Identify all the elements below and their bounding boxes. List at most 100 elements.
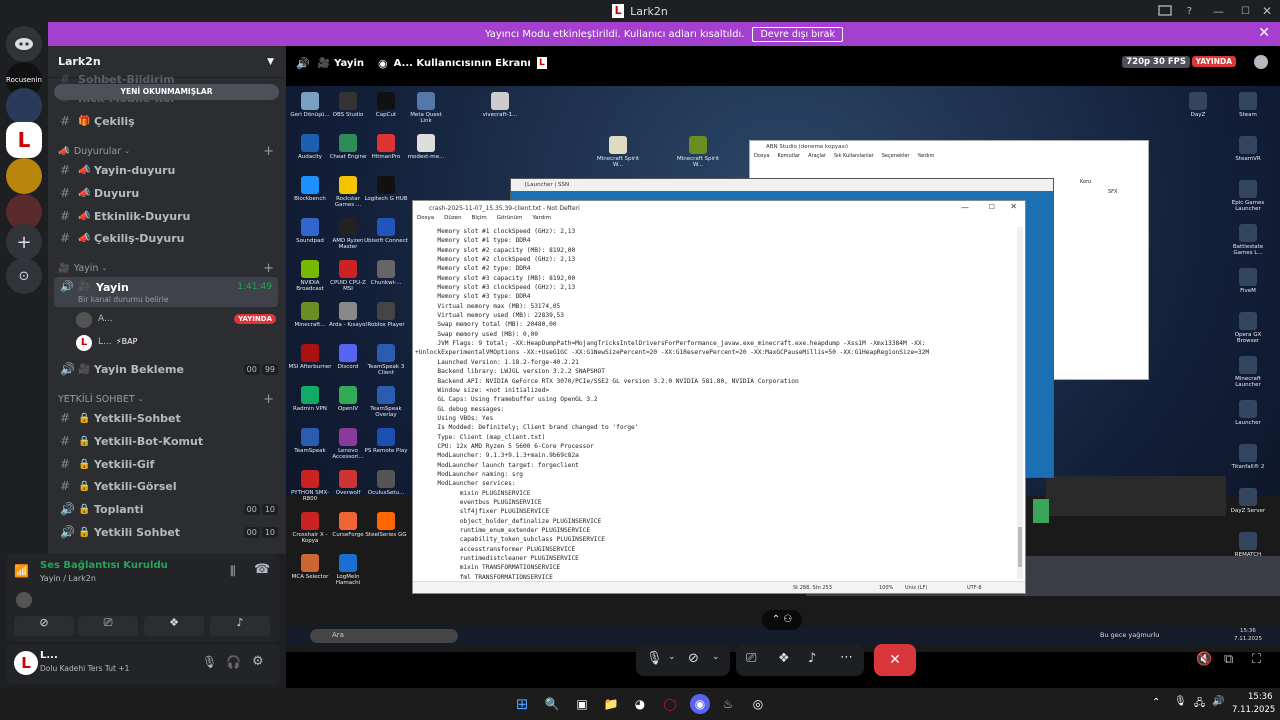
channel-cekilis[interactable]: # 🎁 Çekiliş [54, 110, 278, 132]
menu-item[interactable]: Düzen [444, 215, 461, 225]
menu-item[interactable]: Komutlar [778, 153, 801, 163]
stream-participants-toggle[interactable]: ⌃ ⚇ [762, 610, 802, 630]
desktop-icon[interactable]: modest-me... [404, 134, 448, 160]
launcher-settings-icon[interactable] [1033, 499, 1049, 523]
headphones-icon[interactable]: 🎧 [226, 655, 241, 669]
desktop-icon[interactable]: Opera GX Browser [1226, 312, 1270, 344]
maximize-button[interactable]: ☐ [1241, 0, 1250, 22]
channel-yetkili-gif[interactable]: # 🔒 Yetkili-Gif [54, 453, 278, 475]
pop-out-icon[interactable]: ⧉ [1224, 652, 1233, 667]
app-icon[interactable]: ◎ [748, 694, 768, 714]
desktop-icon[interactable]: OculusSetu... [364, 470, 408, 496]
menu-item[interactable]: Seçenekler [882, 153, 910, 163]
channel-yetkili-bot-komut[interactable]: # 🔒 Yetkili-Bot-Komut [54, 430, 278, 452]
search-icon[interactable]: 🔍 [542, 694, 562, 714]
add-channel-icon[interactable]: + [263, 261, 274, 276]
voice-channel-yayin-bekleme[interactable]: 🔊 🎥 Yayin Bekleme 00 99 [54, 358, 278, 380]
editor-label-koru[interactable]: Koru [1080, 179, 1091, 185]
notepad-text[interactable]: Memory slot #1 clockSpeed (GHz): 2,13 Me… [415, 227, 1015, 579]
desktop-icon[interactable]: HitmanPro [364, 134, 408, 160]
desktop-icon[interactable]: vivecraft-1... [478, 92, 522, 118]
desktop-icon[interactable]: SteelSeries GG [364, 512, 408, 538]
banner-close-icon[interactable]: ✕ [1258, 25, 1270, 41]
minimize-button[interactable]: — [1213, 0, 1224, 22]
channel-duyuru[interactable]: # 📣 Duyuru [54, 182, 278, 204]
desktop-icon[interactable]: PS Remote Play [364, 428, 408, 454]
voice-channel-yayin-active[interactable]: 🔊 🎥 Yayin 1:41:49 Bir kanal durumu belir… [54, 277, 278, 307]
notepad-scrollbar[interactable] [1017, 227, 1023, 579]
desktop-icon[interactable]: Minecraft Spirit W... [676, 136, 720, 168]
tray-volume-icon[interactable]: 🔊 [1212, 696, 1224, 707]
settings-gear-icon[interactable]: ⚙ [252, 654, 264, 669]
fullscreen-icon[interactable]: ⛶ [1252, 652, 1261, 667]
menu-item[interactable]: Görünüm [497, 215, 523, 225]
desktop-icon[interactable]: Launcher [1226, 400, 1270, 426]
close-button[interactable]: ✕ [1262, 0, 1272, 22]
explore-servers-icon[interactable]: ⊙ [6, 258, 42, 294]
clock-date[interactable]: 7.11.2025 [1232, 705, 1275, 715]
inbox-icon[interactable] [1158, 0, 1172, 22]
menu-item[interactable]: Araçlar [808, 153, 826, 163]
maximize-button[interactable]: ☐ [989, 203, 995, 211]
desktop-icon[interactable]: Logitech G HUB [364, 176, 408, 202]
menu-item[interactable]: Dosya [417, 215, 434, 225]
desktop-icon[interactable]: SteamVR [1226, 136, 1270, 162]
desktop-icon[interactable]: FiveM [1226, 268, 1270, 294]
desktop-icon[interactable]: Titanfall® 2 [1226, 444, 1270, 470]
minimize-button[interactable]: — [961, 203, 969, 212]
close-button[interactable]: ✕ [1010, 202, 1017, 211]
category-yayin[interactable]: 🎥 Yayin ⌄ + [58, 261, 278, 276]
editor-label-sfx[interactable]: SFX [1108, 189, 1117, 195]
screen-share-button[interactable]: ⎚ [78, 616, 138, 636]
desktop-icon[interactable]: REMATCH [1226, 532, 1270, 558]
channel-status[interactable]: Bir kanal durumu belirle [78, 295, 168, 304]
menu-item[interactable]: Dosya [754, 153, 770, 163]
menu-item[interactable]: Yardım [918, 153, 935, 163]
add-server-icon[interactable]: + [6, 224, 42, 260]
desktop-icon[interactable]: DayZ [1176, 92, 1220, 118]
steam-icon[interactable]: ♨ [718, 694, 738, 714]
desktop-icon[interactable]: Ubisoft Connect [364, 218, 408, 244]
noise-suppression-icon[interactable]: ⫼ [230, 564, 236, 579]
category-duyurular[interactable]: 📣 Duyurular ⌄ + [58, 144, 278, 159]
desktop-icon[interactable]: DayZ Server [1226, 488, 1270, 514]
task-view-icon[interactable]: ▣ [572, 694, 592, 714]
server-icon-lark2n[interactable]: L [6, 122, 42, 158]
voice-connected-label[interactable]: Ses Bağlantısı Kuruldu [40, 560, 168, 571]
windows-start-icon[interactable]: ⊞ [512, 694, 532, 714]
disable-streamer-mode-button[interactable]: Devre dışı bırak [752, 26, 844, 42]
voice-user-l[interactable]: L L... ⚡BAP [76, 333, 276, 353]
volume-mute-icon[interactable]: 🔇 [1196, 652, 1212, 667]
channel-yetkili-gorsel[interactable]: # 🔒 Yetkili-Görsel [54, 475, 278, 497]
chrome-icon[interactable]: ◕ [630, 694, 650, 714]
tray-mic-icon[interactable]: 🎙 [1174, 696, 1187, 707]
more-options-icon[interactable]: ⋯ [840, 650, 853, 665]
notepad-window[interactable]: crash-2025-11-07_15.35.39-client.txt - N… [412, 200, 1026, 594]
discord-home-icon[interactable] [6, 26, 42, 62]
voice-user-a[interactable]: A... YAYINDA [76, 310, 276, 330]
add-channel-icon[interactable]: + [263, 144, 274, 159]
category-yetkili-sohbet[interactable]: YETKİLİ SOHBET ⌄ + [58, 392, 278, 407]
activities-button[interactable]: ❖ [144, 616, 204, 636]
channel-yayin-duyuru[interactable]: # 📣 Yayin-duyuru [54, 159, 278, 181]
desktop-icon[interactable]: Steam [1226, 92, 1270, 118]
camera-off-button[interactable]: ⊘ [14, 616, 74, 636]
chevron-down-icon[interactable]: ⌄ [712, 652, 720, 662]
desktop-icon[interactable]: CapCut [364, 92, 408, 118]
disconnect-icon[interactable]: ☎ [254, 562, 270, 577]
channel-etkinlik-duyuru[interactable]: # 📣 Etkinlik-Duyuru [54, 205, 278, 227]
menu-item[interactable]: Biçim [472, 215, 487, 225]
desktop-icon[interactable]: Minecraft Launcher [1226, 356, 1270, 388]
desktop-icon[interactable]: Roblox Player [364, 302, 408, 328]
camera-off-icon[interactable]: ⊘ [688, 651, 699, 666]
desktop-icon[interactable]: Battlestate Games L... [1226, 224, 1270, 256]
file-explorer-icon[interactable]: 📁 [601, 694, 621, 714]
leave-call-button[interactable]: ✕ [874, 644, 916, 676]
tray-chevron-icon[interactable]: ⌃ [1152, 697, 1160, 708]
username[interactable]: L... [40, 650, 58, 661]
new-unreads-badge[interactable]: YENİ OKUNMAMIŞLAR [54, 84, 279, 100]
microphone-icon[interactable]: 🎙 [202, 655, 217, 669]
desktop-icon[interactable]: TeamSpeak Overlay [364, 386, 408, 418]
desktop-icon[interactable]: Minecraft Spirit W... [596, 136, 640, 168]
menu-item[interactable]: Yardım [533, 215, 552, 225]
